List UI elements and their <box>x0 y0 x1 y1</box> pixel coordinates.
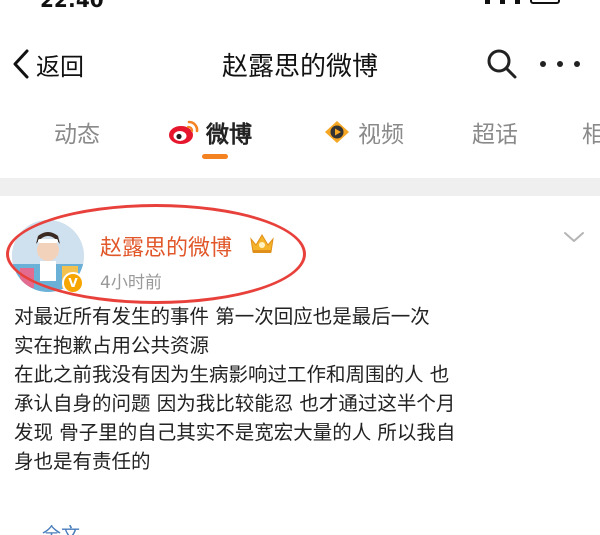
tab-label: 视频 <box>358 122 404 148</box>
author-name[interactable]: 赵露思的微博 <box>100 230 232 262</box>
tab-label: 相 <box>582 122 600 148</box>
post-text-line: 身也是有责任的 <box>14 450 151 473</box>
post-text-line: 对最近所有发生的事件 第一次回应也是最后一次 <box>14 305 430 328</box>
more-dots-icon <box>574 61 580 67</box>
tab-video[interactable]: 视频 <box>322 116 404 148</box>
tab-bar: 动态 微博 视频 超话 相 <box>0 98 600 168</box>
status-bar: 22:40 <box>0 0 600 12</box>
tab-super-topic[interactable]: 超话 <box>472 116 518 148</box>
post-text-line: 实在抱歉占用公共资源 <box>14 334 210 357</box>
post-body: 对最近所有发生的事件 第一次回应也是最后一次 实在抱歉占用公共资源 在此之前我没… <box>14 302 594 476</box>
nav-bar: 返回 赵露思的微博 <box>0 30 600 96</box>
status-time: 22:40 <box>40 0 104 12</box>
tab-label: 动态 <box>54 122 100 148</box>
more-button[interactable] <box>540 52 580 76</box>
battery-icon <box>530 0 560 4</box>
back-button[interactable]: 返回 <box>10 46 84 82</box>
vip-crown-icon[interactable] <box>248 230 276 256</box>
video-icon <box>325 121 349 143</box>
section-divider <box>0 178 600 196</box>
tab-label: 超话 <box>472 122 518 148</box>
tab-dynamic[interactable]: 动态 <box>54 116 100 148</box>
verified-v-icon: V <box>62 272 84 294</box>
more-dots-icon <box>557 61 563 67</box>
back-label: 返回 <box>36 52 84 81</box>
chevron-left-icon <box>13 49 29 79</box>
tab-weibo[interactable]: 微博 <box>168 116 252 148</box>
status-icons <box>485 0 560 4</box>
signal-icon <box>515 0 520 4</box>
tab-label: 微博 <box>206 122 252 148</box>
post-text-line: 承认自身的问题 因为我比较能忍 也才通过这半个月 <box>14 392 456 415</box>
post-text-line: 在此之前我没有因为生病影响过工作和周围的人 也 <box>14 363 450 386</box>
weibo-logo-icon <box>169 120 199 144</box>
active-tab-indicator <box>202 154 228 159</box>
tab-album[interactable]: 相 <box>582 116 600 148</box>
signal-icon <box>485 0 490 4</box>
signal-icon <box>500 0 505 4</box>
full-text-link[interactable]: 全文 <box>42 520 80 535</box>
more-dots-icon <box>540 61 546 67</box>
post-header: V 赵露思的微博 4小时前 <box>0 196 600 300</box>
post-text-line: 发现 骨子里的自己其实不是宽宏大量的人 所以我自 <box>14 421 456 444</box>
post-time: 4小时前 <box>100 273 162 293</box>
search-icon[interactable] <box>484 46 520 82</box>
chevron-down-icon[interactable] <box>562 230 586 244</box>
